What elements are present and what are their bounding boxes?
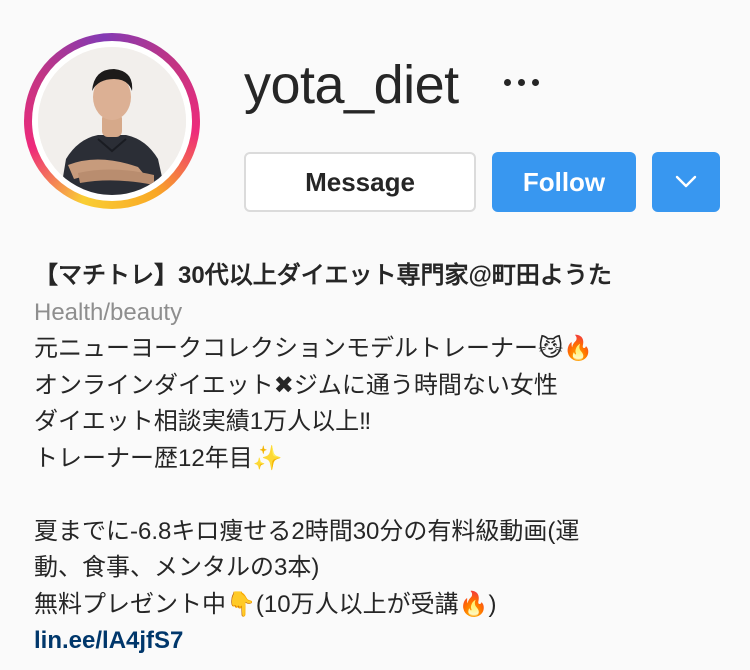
bio-line: 動、食事、メンタルの3本) (34, 554, 320, 581)
more-horizontal-icon-dot (531, 78, 539, 86)
profile-full-name: 【マチトレ】30代以上ダイエット専門家@町田ようた (34, 262, 612, 289)
bio-line-blank (34, 477, 734, 514)
bio-line: ダイエット相談実績1万人以上‼ (34, 408, 372, 435)
profile-username: yota_diet (244, 55, 459, 115)
story-ring[interactable] (24, 33, 200, 209)
more-horizontal-icon-dot (517, 78, 525, 86)
profile-category: Health/beauty (34, 298, 183, 326)
avatar[interactable] (38, 47, 186, 195)
profile-header: yota_diet Message Follow 【マチトレ】30代以上ダイエッ… (0, 0, 750, 670)
bio-line: トレーナー歴12年目✨ (34, 444, 283, 472)
message-button[interactable]: Message (244, 152, 476, 212)
bio-line: 無料プレゼント中👇(10万人以上が受講🔥) (34, 590, 497, 618)
bio-line: 元ニューヨークコレクションモデルトレーナー😼🔥 (34, 335, 593, 362)
more-horizontal-icon (503, 78, 511, 86)
chevron-down-icon (675, 175, 697, 188)
bio-line: 夏までに-6.8キロ痩せる2時間30分の有料級動画(運 (34, 517, 580, 545)
avatar-photo-image (38, 47, 186, 195)
profile-bio: 【マチトレ】30代以上ダイエット専門家@町田ようた Health/beauty … (34, 258, 734, 660)
more-options-button[interactable] (494, 64, 548, 100)
bio-link[interactable]: lin.ee/lA4jfS7 (34, 623, 734, 660)
bio-line: オンラインダイエット✖ジムに通う時間ない女性 (34, 371, 558, 399)
follow-button[interactable]: Follow (492, 152, 636, 212)
avatar-frame (32, 41, 192, 201)
suggested-accounts-button[interactable] (652, 152, 720, 212)
